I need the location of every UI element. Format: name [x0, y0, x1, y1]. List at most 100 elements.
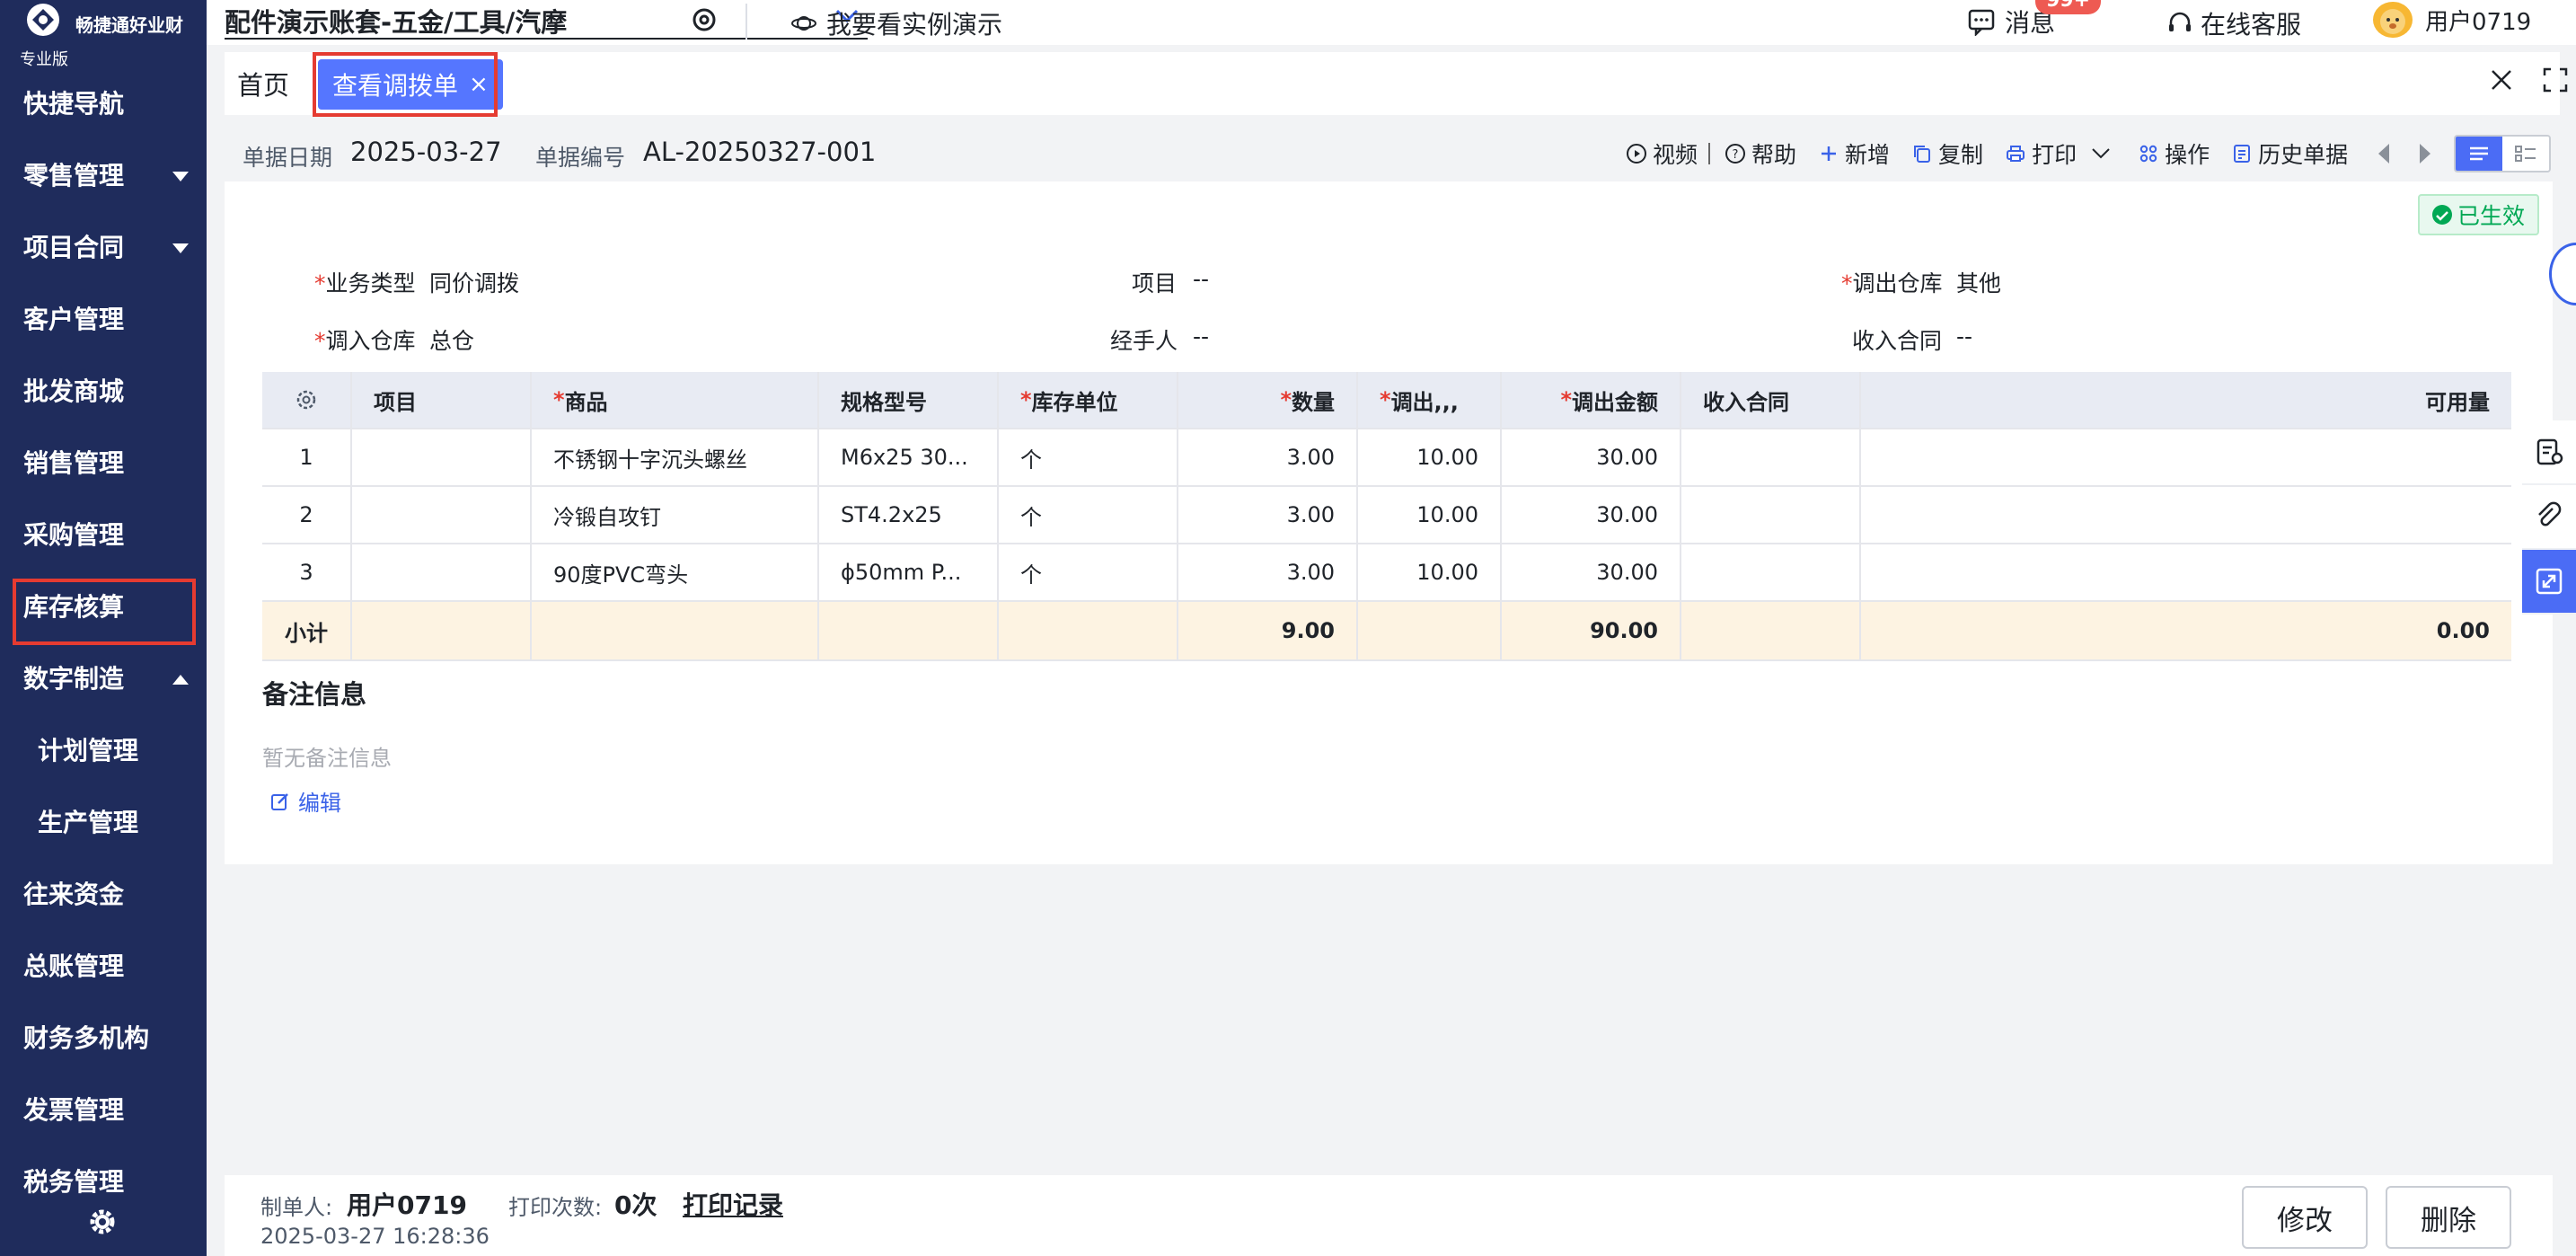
required-mark: *	[553, 387, 565, 412]
col-qty[interactable]: * 数量	[1178, 372, 1358, 428]
play-circle-icon	[1627, 144, 1646, 164]
sidebar-item-label: 批发商城	[23, 376, 125, 406]
sidebar-item-plan[interactable]: 计划管理	[0, 713, 207, 785]
required-mark: *	[1380, 387, 1391, 412]
out-warehouse-value: 其他	[1956, 270, 2002, 296]
tab-bar: 首页 查看调拨单 ×	[225, 52, 2568, 117]
sidebar-item-project-contract[interactable]: 项目合同	[0, 210, 207, 282]
doc-number-label: 单据编号	[535, 145, 626, 171]
sidebar-item-label: 客户管理	[23, 305, 125, 334]
assistant-bubble[interactable]	[2549, 243, 2576, 305]
sidebar-item-sales[interactable]: 销售管理	[0, 426, 207, 498]
chevron-down-icon	[2092, 148, 2110, 159]
close-icon[interactable]	[2488, 66, 2515, 93]
message-icon	[1968, 9, 1995, 36]
fullscreen-icon[interactable]	[2542, 66, 2569, 93]
table-header-row: 项目 * 商品 规格型号 * 库存单位 * 数量 * 调出,,, * 调出金额 收入合同 …	[262, 372, 2511, 429]
user-name: 用户0719	[2425, 8, 2532, 36]
attachment-side-button[interactable]	[2522, 485, 2576, 550]
sidebar-item-label: 销售管理	[23, 448, 125, 478]
handler-label: 经手人	[1110, 328, 1178, 354]
col-price[interactable]: * 调出,,,	[1358, 372, 1502, 428]
col-available[interactable]: 可用量	[1861, 372, 2511, 428]
col-amount[interactable]: * 调出金额	[1502, 372, 1681, 428]
doc-date-label: 单据日期	[243, 145, 333, 171]
print-log-link[interactable]: 打印记录	[683, 1186, 783, 1222]
notes-side-button[interactable]	[2522, 420, 2576, 485]
copy-label: 复制	[1938, 142, 1984, 168]
sidebar-item-customer[interactable]: 客户管理	[0, 282, 207, 354]
sidebar-item-quick-nav[interactable]: 快捷导航	[0, 66, 207, 138]
brand-logo[interactable]: 畅捷通好业财 专业版	[20, 0, 199, 72]
col-product[interactable]: * 商品	[532, 372, 819, 428]
settings-gear-icon[interactable]	[690, 5, 719, 34]
sidebar-item-funds[interactable]: 往来资金	[0, 857, 207, 929]
headset-icon	[2169, 12, 2191, 31]
table-row[interactable]: 1 不锈钢十字沉头螺丝 M6x25 30... 个 3.00 10.00 30.…	[262, 429, 2511, 487]
cell-unit: 个	[999, 487, 1178, 543]
cell-price: 10.00	[1358, 429, 1502, 485]
list-view-icon	[2470, 146, 2489, 161]
copy-button[interactable]: 复制	[1911, 137, 1983, 170]
cell-contract	[1681, 544, 1861, 600]
out-warehouse-label-text: 调出仓库	[1852, 270, 1943, 296]
notes-title: 备注信息	[262, 679, 367, 710]
account-select[interactable]: 配件演示账套-五金/工具/汽摩	[225, 0, 868, 40]
status-text: 已生效	[2457, 203, 2526, 229]
out-warehouse-label: *调出仓库	[1841, 266, 1943, 298]
printer-icon	[2007, 146, 2025, 162]
online-service-button[interactable]: 在线客服	[2166, 5, 2301, 41]
history-button[interactable]: 历史单据	[2231, 137, 2348, 170]
account-select-value: 配件演示账套-五金/工具/汽摩	[225, 7, 568, 38]
sidebar-item-label: 计划管理	[38, 736, 139, 765]
table-row[interactable]: 2 冷锻自攻钉 ST4.2x25 个 3.00 10.00 30.00	[262, 487, 2511, 544]
in-warehouse-value: 总仓	[429, 328, 475, 354]
notes-edit-link[interactable]: 编辑	[269, 785, 341, 817]
sidebar-item-tax[interactable]: 税务管理	[0, 1145, 207, 1216]
notes-empty-text: 暂无备注信息	[262, 746, 392, 771]
sidebar-item-digital-manufacturing[interactable]: 数字制造	[0, 641, 207, 713]
column-settings[interactable]	[262, 372, 352, 428]
col-project[interactable]: 项目	[352, 372, 532, 428]
edit-button[interactable]: 修改	[2242, 1186, 2368, 1249]
biz-type-value: 同价调拨	[429, 270, 520, 296]
sidebar-item-retail[interactable]: 零售管理	[0, 138, 207, 210]
add-button[interactable]: 新增	[1818, 137, 1890, 170]
cell-spec: M6x25 30...	[819, 429, 999, 485]
table-row[interactable]: 3 90度PVC弯头 ϕ50mm P... 个 3.00 10.00 30.00	[262, 544, 2511, 602]
next-record-icon[interactable]	[2420, 144, 2431, 164]
expand-side-button[interactable]	[2522, 550, 2576, 615]
cell-product: 90度PVC弯头	[532, 544, 819, 600]
help-button[interactable]: ? 帮助	[1725, 137, 1796, 170]
previous-record-icon[interactable]	[2378, 144, 2390, 164]
sidebar-item-production[interactable]: 生产管理	[0, 785, 207, 857]
detail-view-button[interactable]	[2502, 137, 2550, 171]
sidebar-item-invoice[interactable]: 发票管理	[0, 1073, 207, 1145]
delete-button[interactable]: 删除	[2386, 1186, 2511, 1249]
sidebar-item-ledger[interactable]: 总账管理	[0, 929, 207, 1001]
check-circle-icon	[2432, 205, 2452, 225]
col-contract[interactable]: 收入合同	[1681, 372, 1861, 428]
list-view-button[interactable]	[2456, 137, 2503, 171]
video-button[interactable]: 视频	[1626, 137, 1698, 170]
subtotal-empty	[1358, 602, 1502, 659]
demo-link[interactable]: 我要看实例演示	[790, 5, 1002, 41]
user-menu[interactable]: 用户0719	[2373, 2, 2531, 38]
col-unit[interactable]: * 库存单位	[999, 372, 1178, 428]
sidebar-item-wholesale[interactable]: 批发商城	[0, 354, 207, 426]
cell-contract	[1681, 429, 1861, 485]
sidebar-item-purchase[interactable]: 采购管理	[0, 498, 207, 570]
sidebar-item-label: 税务管理	[23, 1167, 125, 1197]
cell-unit: 个	[999, 544, 1178, 600]
operate-button[interactable]: 操作	[2138, 137, 2210, 170]
col-spec[interactable]: 规格型号	[819, 372, 999, 428]
print-button[interactable]: 打印	[2005, 137, 2116, 170]
view-toggle	[2454, 135, 2552, 172]
add-label: 新增	[1845, 142, 1891, 168]
subtotal-qty: 9.00	[1178, 602, 1358, 659]
sidebar-item-multi-org[interactable]: 财务多机构	[0, 1001, 207, 1073]
income-contract-label: 收入合同	[1852, 328, 1943, 354]
cell-project	[352, 487, 532, 543]
tab-home[interactable]: 首页	[237, 65, 289, 102]
gear-icon[interactable]	[88, 1207, 117, 1236]
